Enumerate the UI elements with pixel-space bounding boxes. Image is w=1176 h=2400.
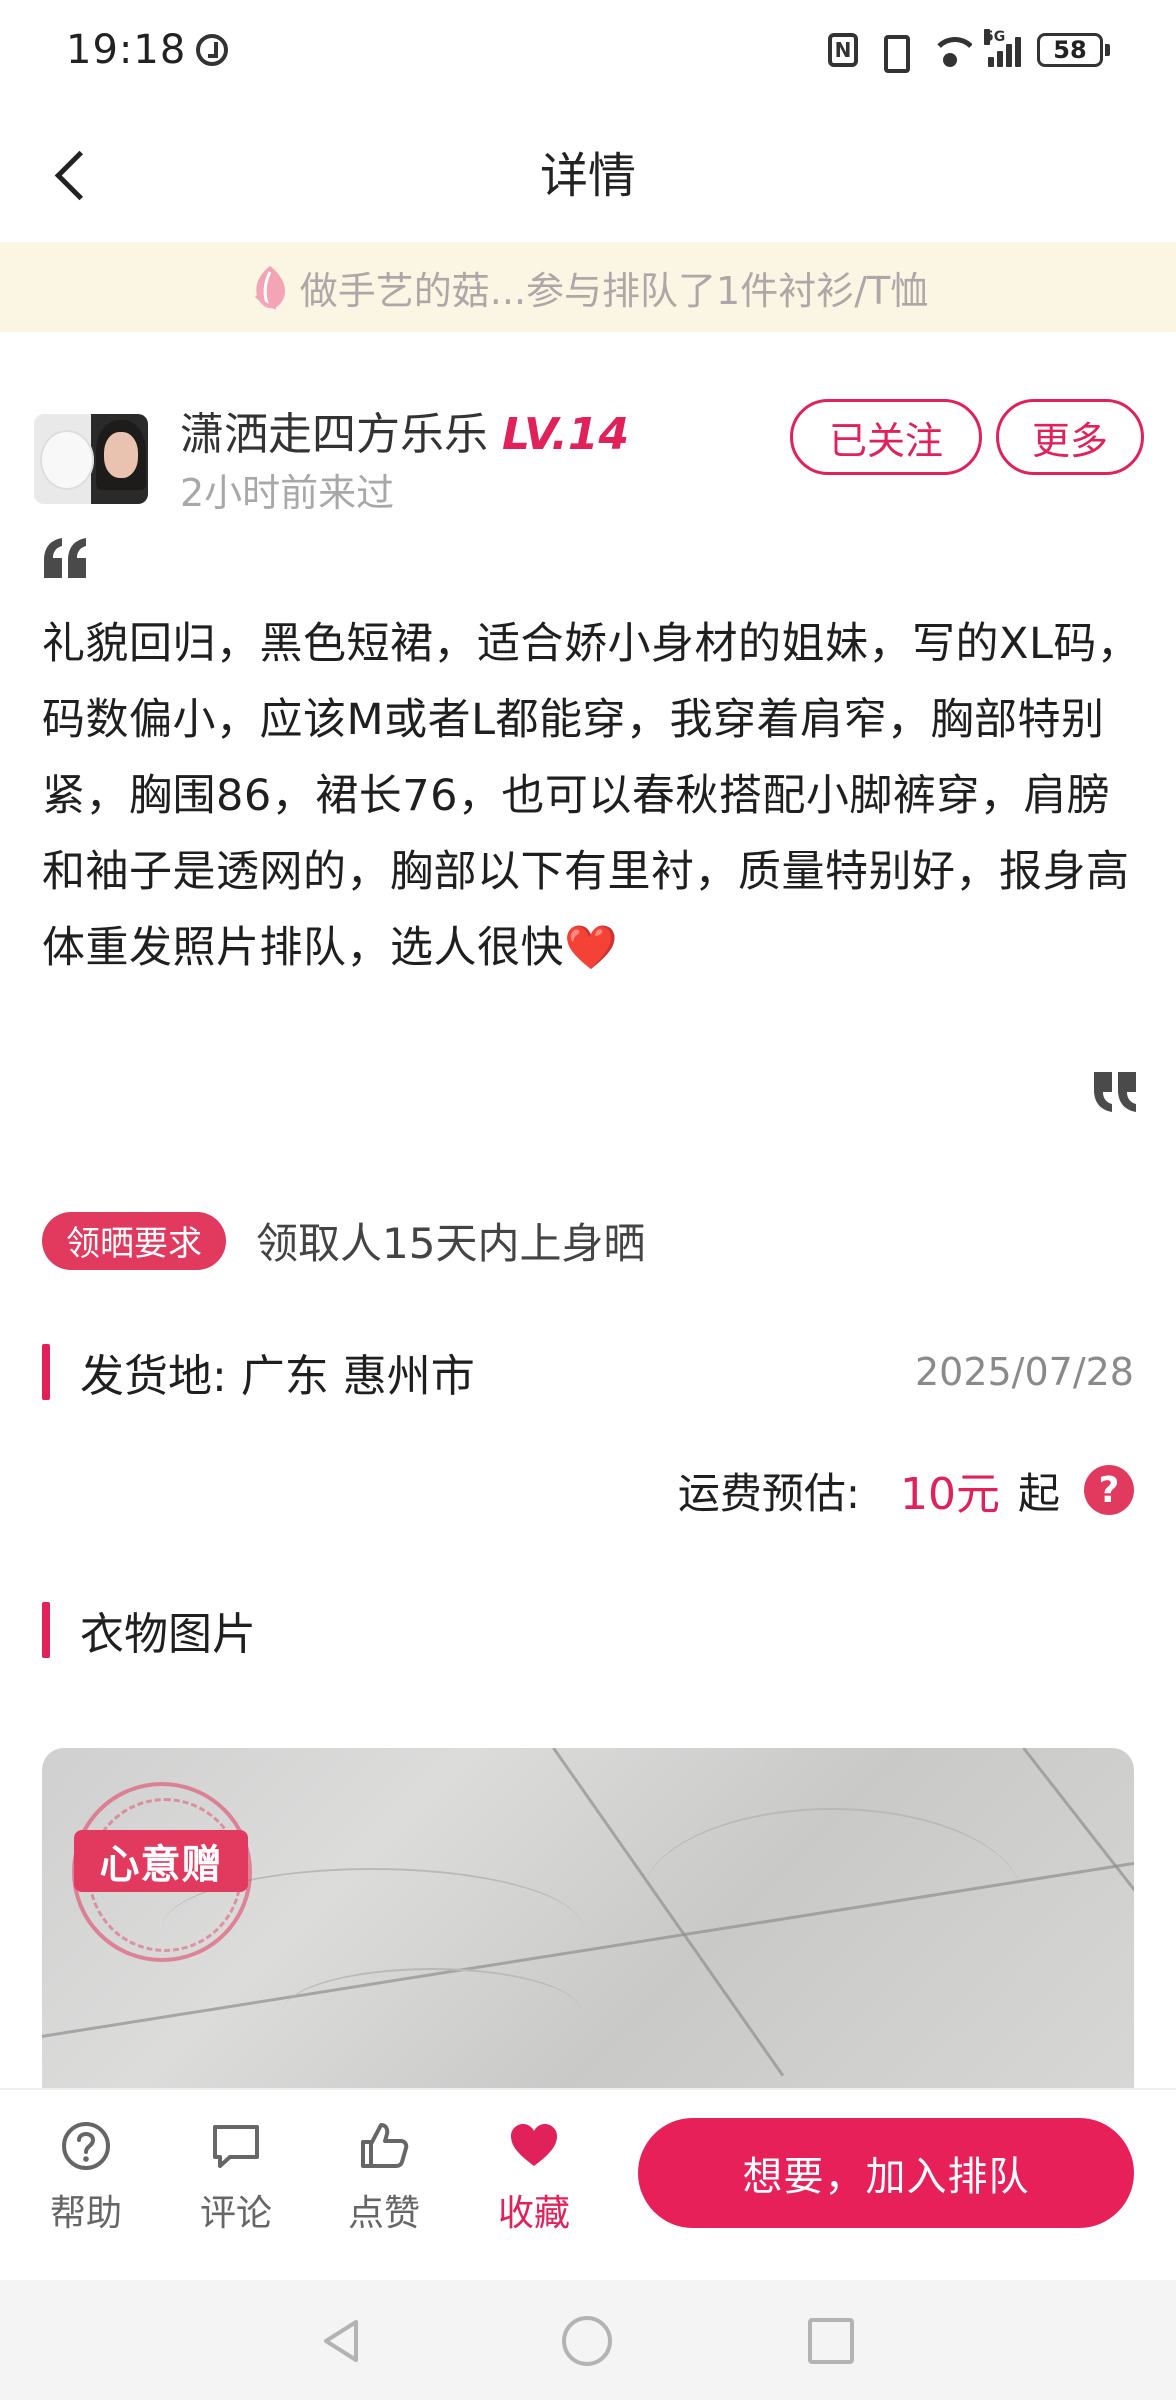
system-back-icon[interactable] <box>316 2316 366 2366</box>
cellular-signal-icon: 5G <box>984 29 1021 67</box>
join-queue-button[interactable]: 想要，加入排队 <box>638 2118 1134 2228</box>
last-visit-text: 2小时前来过 <box>180 471 395 515</box>
vibrate-icon <box>874 33 912 73</box>
gift-label: 心意赠 <box>74 1830 248 1892</box>
shipping-fee-row: 运费预估: 10元 起 ? <box>678 1458 1134 1522</box>
requirement-text: 领取人15天内上身晒 <box>256 1219 646 1268</box>
close-quote-icon <box>1094 1072 1136 1112</box>
requirement-row: 领晒要求 领取人15天内上身晒 <box>42 1210 645 1271</box>
queue-notice-banner: 做手艺的菇...参与排队了1件衬衫/T恤 <box>0 242 1176 332</box>
clock-badge-icon <box>196 34 229 66</box>
leaf-icon <box>254 266 285 310</box>
comment-action[interactable]: 评论 <box>186 2120 286 2236</box>
status-time: 19:18 <box>66 27 187 73</box>
comment-icon <box>213 2125 259 2168</box>
clothing-photo[interactable]: 心意赠 <box>42 1748 1134 2088</box>
system-home-icon[interactable] <box>562 2316 612 2366</box>
followed-button[interactable]: 已关注 <box>790 399 982 475</box>
page-title: 详情 <box>539 148 636 204</box>
help-question-icon[interactable]: ? <box>1084 1465 1134 1515</box>
help-action[interactable]: 帮助 <box>36 2120 136 2236</box>
ship-from-row: 发货地: 广东 惠州市 2025/07/28 <box>42 1340 1134 1404</box>
open-quote-icon <box>44 538 86 578</box>
like-label: 点赞 <box>347 2193 420 2234</box>
post-date: 2025/07/28 <box>914 1350 1134 1394</box>
help-icon <box>62 2122 110 2170</box>
avatar[interactable] <box>34 414 148 504</box>
network-type: 5G <box>984 29 1006 45</box>
comment-label: 评论 <box>199 2193 272 2234</box>
post-body: 礼貌回归，黑色短裙，适合娇小身材的姐妹，写的XL码，码数偏小，应该M或者L都能穿… <box>42 619 1141 973</box>
status-icons: N 5G 58 <box>828 29 1110 73</box>
system-nav-bar <box>0 2280 1176 2400</box>
nav-bar: 详情 <box>0 100 1176 242</box>
like-action[interactable]: 点赞 <box>334 2120 434 2236</box>
username[interactable]: 潇洒走四方乐乐 <box>180 398 488 462</box>
fee-amount: 10元 <box>899 1469 1000 1520</box>
user-level: LV.14 <box>502 409 630 460</box>
bottom-action-bar: 帮助 评论 点赞 收藏 想要，加入排队 <box>0 2088 1176 2280</box>
photos-section-header: 衣物图片 <box>42 1598 1134 1662</box>
photos-title: 衣物图片 <box>80 1609 256 1660</box>
nfc-icon: N <box>828 33 858 67</box>
ship-from-label: 发货地: 广东 惠州市 <box>80 1351 475 1402</box>
fee-suffix: 起 <box>1017 1468 1060 1518</box>
username-line: 潇洒走四方乐乐 LV.14 <box>180 398 629 462</box>
status-bar: 19:18 N 5G 58 <box>0 0 1176 100</box>
user-info: 潇洒走四方乐乐 LV.14 2小时前来过 已关注 更多 <box>34 398 1144 515</box>
back-arrow-icon[interactable] <box>44 144 104 204</box>
section-marker <box>42 1602 50 1658</box>
battery-icon: 58 <box>1037 33 1110 67</box>
favorite-action[interactable]: 收藏 <box>484 2120 584 2236</box>
wifi-icon <box>928 33 972 67</box>
battery-level: 58 <box>1037 33 1103 67</box>
requirement-badge: 领晒要求 <box>42 1211 226 1270</box>
more-button[interactable]: 更多 <box>996 399 1144 475</box>
section-marker <box>42 1344 50 1400</box>
heart-icon <box>511 2124 557 2166</box>
help-label: 帮助 <box>49 2193 122 2234</box>
system-recents-icon[interactable] <box>808 2318 854 2364</box>
thumbs-up-icon <box>361 2123 409 2168</box>
notice-text: 做手艺的菇...参与排队了1件衬衫/T恤 <box>299 268 929 313</box>
favorite-label: 收藏 <box>497 2193 570 2234</box>
fee-label: 运费预估: <box>677 1468 860 1518</box>
